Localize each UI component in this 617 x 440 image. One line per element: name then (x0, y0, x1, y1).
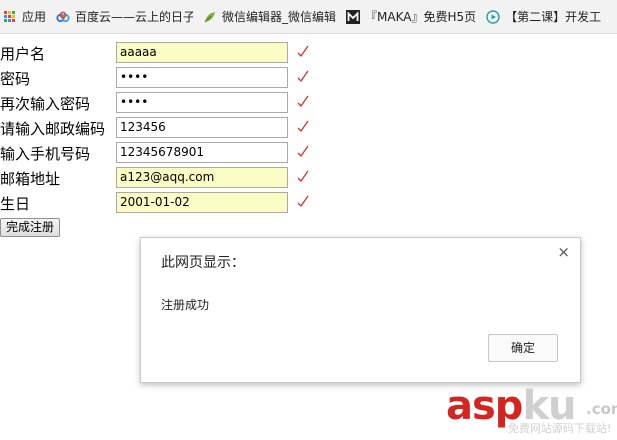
phone-label: 输入手机号码 (0, 145, 91, 163)
leaf-icon (204, 11, 216, 22)
ok-button[interactable]: 确定 (488, 334, 558, 362)
baidu-cloud-icon (56, 11, 70, 22)
check-icon (297, 95, 309, 108)
confirm-password-label: 再次输入密码 (0, 95, 91, 113)
password-input[interactable]: •••• (116, 67, 288, 88)
check-icon (297, 70, 309, 83)
bookmark-maka-label: 『MAKA』免费H5页 (365, 10, 477, 24)
password-label: 密码 (0, 70, 31, 88)
check-icon (297, 195, 309, 208)
aspku-watermark-logo: aspku .com 免费网站源码下载站! (446, 386, 617, 440)
check-icon (297, 120, 309, 133)
bookmark-weixin-label: 微信编辑器_微信编辑 (222, 10, 337, 24)
close-icon[interactable]: × (557, 244, 570, 260)
bookmark-baidu[interactable]: 百度云——云上的日子 (52, 6, 197, 28)
bookmark-lesson[interactable]: 【第二课】开发工 (482, 6, 605, 28)
phone-input[interactable]: 12345678901 (116, 142, 288, 163)
bookmark-baidu-label: 百度云——云上的日子 (75, 10, 194, 24)
postal-code-input[interactable]: 123456 (116, 117, 288, 138)
email-label: 邮箱地址 (0, 170, 61, 188)
bookmark-weixin-editor[interactable]: 微信编辑器_微信编辑 (199, 6, 340, 28)
dialog-message: 注册成功 (161, 298, 210, 312)
watermark-domain: .com (586, 400, 617, 418)
dialog-title: 此网页显示： (161, 255, 245, 271)
bookmark-apps[interactable]: 应用 (0, 6, 50, 28)
submit-register-button[interactable]: 完成注册 (0, 218, 61, 237)
check-icon (297, 45, 309, 58)
maka-m-icon (346, 9, 361, 24)
bookmark-maka[interactable]: 『MAKA』免费H5页 (342, 6, 480, 28)
birthday-label: 生日 (0, 195, 31, 213)
check-icon (297, 145, 309, 158)
confirm-password-input[interactable]: •••• (116, 92, 288, 113)
postal-code-label: 请输入邮政编码 (0, 120, 106, 138)
username-label: 用户名 (0, 45, 46, 63)
bookmark-apps-label: 应用 (22, 10, 47, 24)
birthday-input[interactable]: 2001-01-02 (116, 192, 288, 213)
apps-grid-icon (4, 10, 16, 23)
bookmark-lesson-label: 【第二课】开发工 (505, 10, 602, 24)
email-input[interactable]: a123@aqq.com (116, 167, 288, 188)
username-input[interactable]: aaaaa (116, 42, 288, 63)
watermark-tagline: 免费网站源码下载站! (508, 422, 612, 435)
bookmarks-bar: 应用 百度云——云上的日子 微信编辑器_微信编辑 『MAKA』免费H5页 【第二… (0, 0, 617, 34)
check-icon (297, 170, 309, 183)
alert-dialog: 此网页显示： × 注册成功 确定 (140, 237, 581, 383)
play-circle-icon (486, 9, 500, 24)
